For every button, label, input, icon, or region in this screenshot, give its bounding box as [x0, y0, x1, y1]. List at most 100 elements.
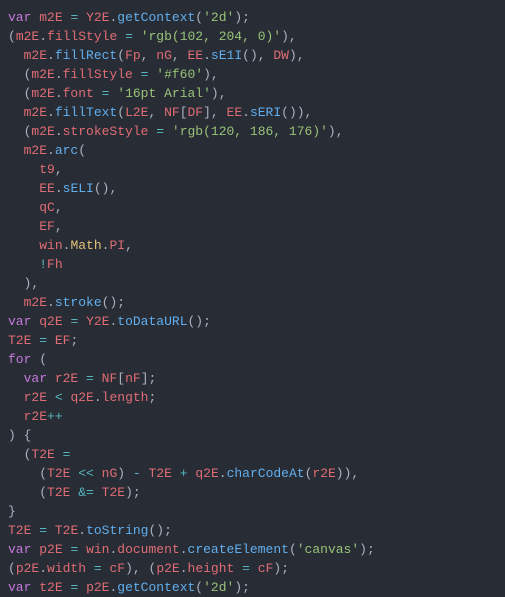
token-var: nG: [102, 466, 118, 481]
token-func: toString: [86, 523, 148, 538]
code-line[interactable]: ),: [0, 274, 505, 293]
token-kw: var: [8, 542, 31, 557]
code-line[interactable]: T2E = EF;: [0, 331, 505, 350]
token-pun: ),: [203, 67, 219, 82]
code-line[interactable]: var t2E = p2E.getContext('2d');: [0, 578, 505, 597]
code-line[interactable]: var m2E = Y2E.getContext('2d');: [0, 8, 505, 27]
token-pln: [78, 314, 86, 329]
token-var: qC: [39, 200, 55, 215]
token-var: m2E: [31, 67, 54, 82]
code-line[interactable]: m2E.stroke();: [0, 293, 505, 312]
code-line[interactable]: EF,: [0, 217, 505, 236]
token-prop: width: [47, 561, 86, 576]
code-line[interactable]: (p2E.width = cF), (p2E.height = cF);: [0, 559, 505, 578]
token-pun: ,: [148, 105, 164, 120]
token-pun: );: [273, 561, 289, 576]
code-line[interactable]: t9,: [0, 160, 505, 179]
token-pun: ),: [328, 124, 344, 139]
code-line[interactable]: EE.sELI(),: [0, 179, 505, 198]
token-var: m2E: [31, 124, 54, 139]
token-pln: (: [8, 124, 31, 139]
code-line[interactable]: m2E.fillText(L2E, NF[DF], EE.sERI()),: [0, 103, 505, 122]
token-op: =: [86, 371, 94, 386]
token-pun: (: [289, 542, 297, 557]
token-obj: Math: [70, 238, 101, 253]
code-line[interactable]: var p2E = win.document.createElement('ca…: [0, 540, 505, 559]
code-line[interactable]: (T2E =: [0, 445, 505, 464]
code-line[interactable]: var q2E = Y2E.toDataURL();: [0, 312, 505, 331]
token-pun: (: [78, 143, 86, 158]
code-line[interactable]: m2E.fillRect(Fp, nG, EE.sE1I(), DW),: [0, 46, 505, 65]
token-pln: [133, 29, 141, 44]
token-pln: [8, 257, 39, 272]
token-pun: ),: [281, 29, 297, 44]
token-pun: ;: [70, 333, 78, 348]
token-pun: ;: [148, 390, 156, 405]
token-pun: (: [8, 561, 16, 576]
token-pun: ,: [141, 48, 157, 63]
token-var: q2E: [70, 390, 93, 405]
code-line[interactable]: T2E = T2E.toString();: [0, 521, 505, 540]
token-func: fillText: [55, 105, 117, 120]
code-line[interactable]: win.Math.PI,: [0, 236, 505, 255]
token-pln: [8, 181, 39, 196]
code-line[interactable]: (m2E.fillStyle = 'rgb(102, 204, 0)'),: [0, 27, 505, 46]
token-prop: document: [117, 542, 179, 557]
token-var: T2E: [102, 485, 125, 500]
token-str: 'canvas': [297, 542, 359, 557]
token-pun: ),: [24, 276, 40, 291]
token-pln: [8, 105, 24, 120]
token-prop: height: [188, 561, 235, 576]
token-pun: (),: [94, 181, 117, 196]
code-line[interactable]: (m2E.fillStyle = '#f60'),: [0, 65, 505, 84]
code-line[interactable]: (m2E.strokeStyle = 'rgb(120, 186, 176)')…: [0, 122, 505, 141]
token-var: DW: [273, 48, 289, 63]
token-pun: );: [125, 485, 141, 500]
code-line[interactable]: (T2E &= T2E);: [0, 483, 505, 502]
token-pun: [: [117, 371, 125, 386]
code-line[interactable]: qC,: [0, 198, 505, 217]
token-pun: );: [234, 10, 250, 25]
token-pln: [94, 86, 102, 101]
token-pun: ), (: [125, 561, 156, 576]
code-line[interactable]: r2E < q2E.length;: [0, 388, 505, 407]
code-line[interactable]: ) {: [0, 426, 505, 445]
token-pun: .: [39, 29, 47, 44]
token-pln: [47, 333, 55, 348]
code-line[interactable]: (m2E.font = '16pt Arial'),: [0, 84, 505, 103]
token-pun: (: [117, 105, 125, 120]
token-kw: for: [8, 352, 31, 367]
code-editor[interactable]: var m2E = Y2E.getContext('2d');(m2E.fill…: [0, 8, 505, 597]
token-var: T2E: [55, 523, 78, 538]
token-op: ++: [47, 409, 63, 424]
token-pln: [8, 162, 39, 177]
code-line[interactable]: (T2E << nG) - T2E + q2E.charCodeAt(r2E))…: [0, 464, 505, 483]
token-pun: .: [219, 466, 227, 481]
token-pln: (: [8, 86, 31, 101]
token-pun: .: [78, 523, 86, 538]
token-pun: ,: [172, 48, 188, 63]
token-var: EE: [188, 48, 204, 63]
token-pln: [8, 295, 24, 310]
token-pln: [8, 390, 24, 405]
token-prop: font: [63, 86, 94, 101]
code-line[interactable]: !Fh: [0, 255, 505, 274]
token-var: nG: [156, 48, 172, 63]
code-line[interactable]: for (: [0, 350, 505, 369]
code-line[interactable]: m2E.arc(: [0, 141, 505, 160]
token-pln: [8, 238, 39, 253]
token-str: 'rgb(120, 186, 176)': [172, 124, 328, 139]
token-op: !: [39, 257, 47, 272]
code-line[interactable]: var r2E = NF[nF];: [0, 369, 505, 388]
code-line[interactable]: r2E++: [0, 407, 505, 426]
code-line[interactable]: }: [0, 502, 505, 521]
token-var: T2E: [31, 447, 54, 462]
token-pln: (: [8, 67, 31, 82]
token-var: NF: [164, 105, 180, 120]
token-var: T2E: [149, 466, 172, 481]
token-op: =: [94, 561, 102, 576]
token-op: =: [39, 333, 47, 348]
token-func: fillRect: [55, 48, 117, 63]
token-pun: ),: [289, 48, 305, 63]
token-func: arc: [55, 143, 78, 158]
